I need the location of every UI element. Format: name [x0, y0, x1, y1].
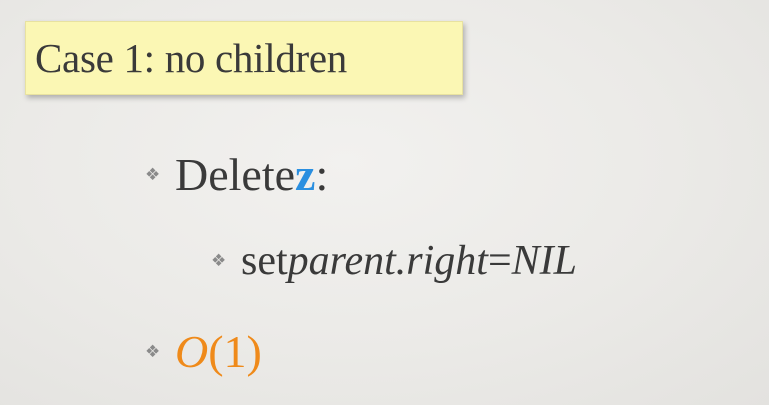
bullet-complexity: ❖ O (1) [145, 325, 262, 378]
delete-label: Delete [175, 149, 296, 200]
sub-bullet-set-parent: ❖ set parent.right = NIL [211, 237, 577, 285]
equals-sign: = [487, 238, 512, 284]
slide: Case 1: no children ❖ Delete z: ❖ set pa… [0, 0, 769, 405]
bullet-delete-z: ❖ Delete z: [145, 148, 328, 201]
diamond-cluster-bullet-icon: ❖ [145, 164, 161, 185]
big-o-argument: (1) [208, 326, 262, 377]
delete-colon: : [315, 149, 329, 200]
diamond-cluster-bullet-icon: ❖ [145, 341, 161, 362]
nil-value: NIL [511, 238, 577, 284]
diamond-cluster-bullet-icon: ❖ [211, 251, 227, 271]
big-o-symbol: O [175, 326, 209, 377]
slide-title: Case 1: no children [35, 35, 347, 81]
variable-z: z [295, 149, 316, 200]
parent-right-expr: parent.right [287, 238, 488, 284]
set-label: set [241, 238, 288, 284]
title-box: Case 1: no children [25, 21, 463, 95]
